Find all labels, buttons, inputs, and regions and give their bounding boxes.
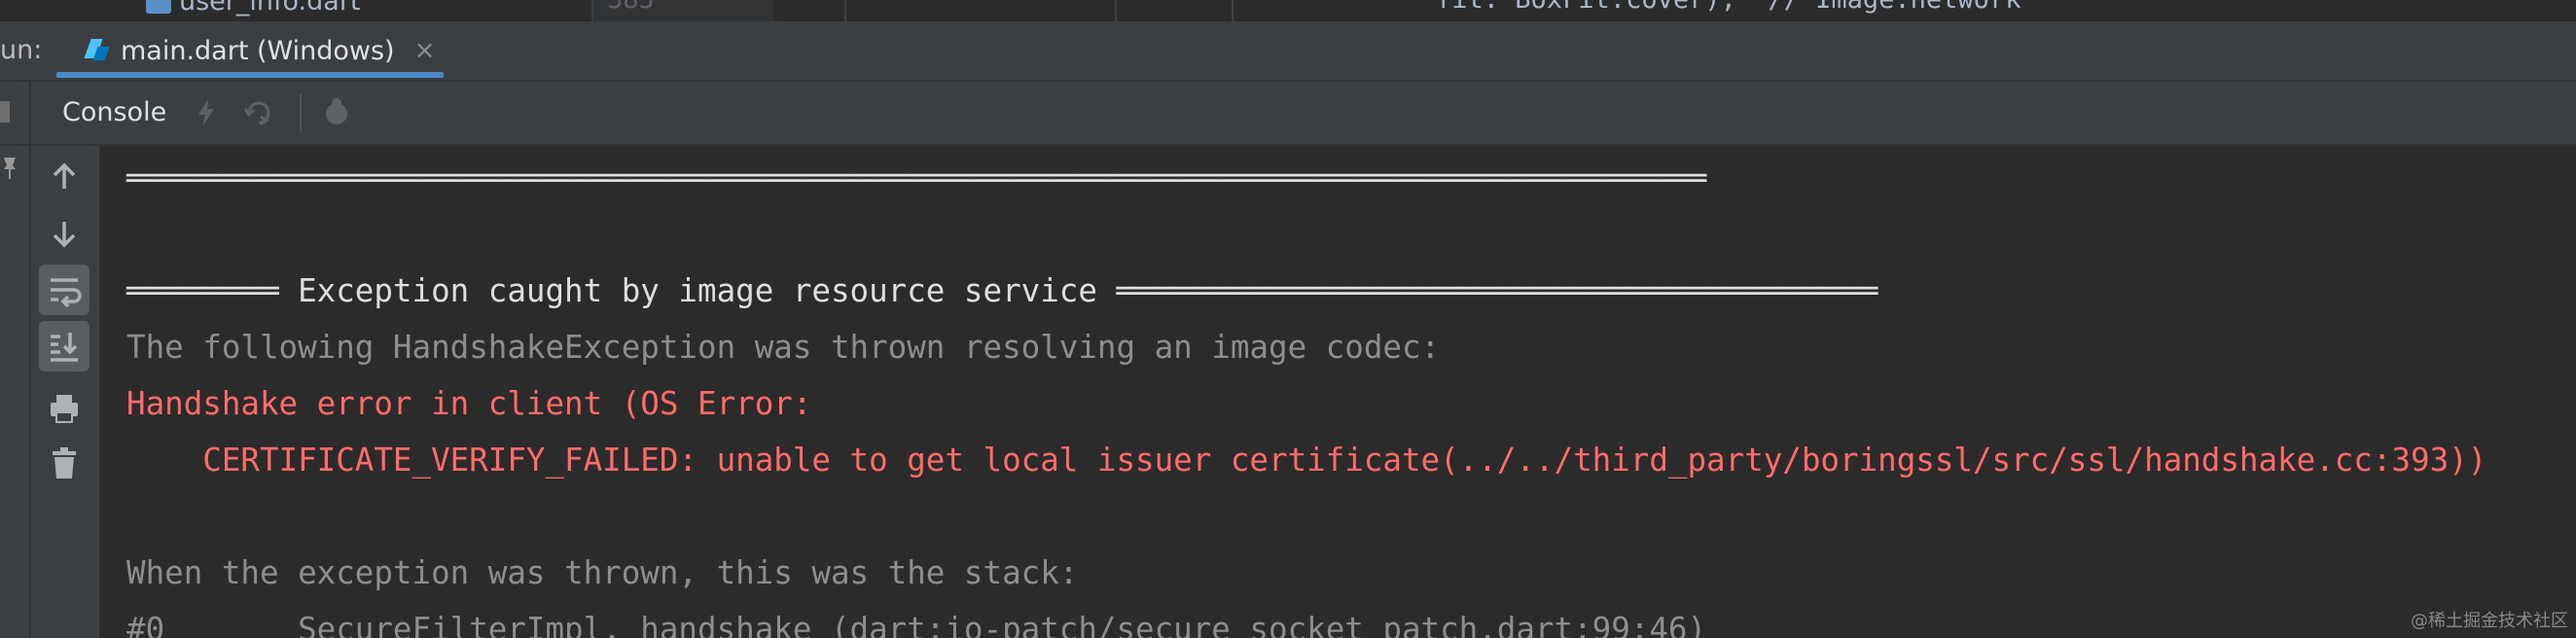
indent-guide xyxy=(1232,0,1234,21)
console-line: When the exception was thrown, this was … xyxy=(126,554,1079,591)
debug-bug-icon[interactable] xyxy=(319,95,354,130)
editor-file-name: user_info.dart xyxy=(179,0,361,17)
run-panel-header: un: main.dart (Windows) × xyxy=(0,21,2576,82)
run-label: un: xyxy=(0,35,43,65)
watermark: @稀土掘金技术社区 xyxy=(2411,611,2568,631)
scroll-to-end-icon[interactable] xyxy=(39,321,89,372)
code-line: fit: BoxFit.cover), // Image.network xyxy=(1436,0,2021,15)
console-tab[interactable]: Console xyxy=(62,97,166,127)
dart-file-icon xyxy=(146,0,171,14)
flutter-dart-icon xyxy=(86,39,109,62)
close-icon[interactable]: × xyxy=(414,36,436,65)
console-output[interactable]: ════════════════════════════════════════… xyxy=(99,146,2576,638)
run-tab-label: main.dart (Windows) xyxy=(121,35,395,66)
indent-guide xyxy=(1115,0,1117,21)
indent-guide xyxy=(844,0,846,21)
side-strip xyxy=(0,146,31,638)
trash-icon[interactable] xyxy=(39,438,89,488)
scroll-down-icon[interactable] xyxy=(39,208,89,259)
console-line-error: Handshake error in client (OS Error: xyxy=(126,385,812,422)
lightning-icon[interactable] xyxy=(189,95,224,130)
toolbar-left-gutter xyxy=(0,82,31,144)
editor-scrollbar[interactable] xyxy=(2350,0,2576,21)
active-tab-indicator xyxy=(56,72,444,78)
console-actions xyxy=(31,146,99,638)
console-toolbar: Console xyxy=(0,82,2576,146)
soft-wrap-icon[interactable] xyxy=(39,265,89,315)
toolbar-separator xyxy=(300,93,302,132)
console-line: The following HandshakeException was thr… xyxy=(126,329,1441,366)
console-line: #0 _SecureFilterImpl._handshake (dart:io… xyxy=(126,611,1707,638)
scroll-up-icon[interactable] xyxy=(39,152,89,202)
stop-icon[interactable] xyxy=(0,101,10,123)
console-line: ════════ Exception caught by image resou… xyxy=(126,272,1878,309)
console-line: ════════════════════════════════════════… xyxy=(126,160,1707,196)
console-line-error: CERTIFICATE_VERIFY_FAILED: unable to get… xyxy=(126,442,2487,478)
print-icon[interactable] xyxy=(39,383,89,434)
editor-gutter: 385 xyxy=(591,0,778,21)
editor-code-area[interactable]: fit: BoxFit.cover), // Image.network xyxy=(774,0,2350,21)
editor-file-item[interactable]: user_info.dart xyxy=(146,0,361,17)
rerun-icon[interactable] xyxy=(241,95,276,130)
pin-icon[interactable] xyxy=(0,156,19,188)
line-number: 385 xyxy=(607,0,655,15)
editor-strip: user_info.dart 385 fit: BoxFit.cover), /… xyxy=(0,0,2576,21)
run-tab-main-dart[interactable]: main.dart (Windows) × xyxy=(56,21,444,80)
